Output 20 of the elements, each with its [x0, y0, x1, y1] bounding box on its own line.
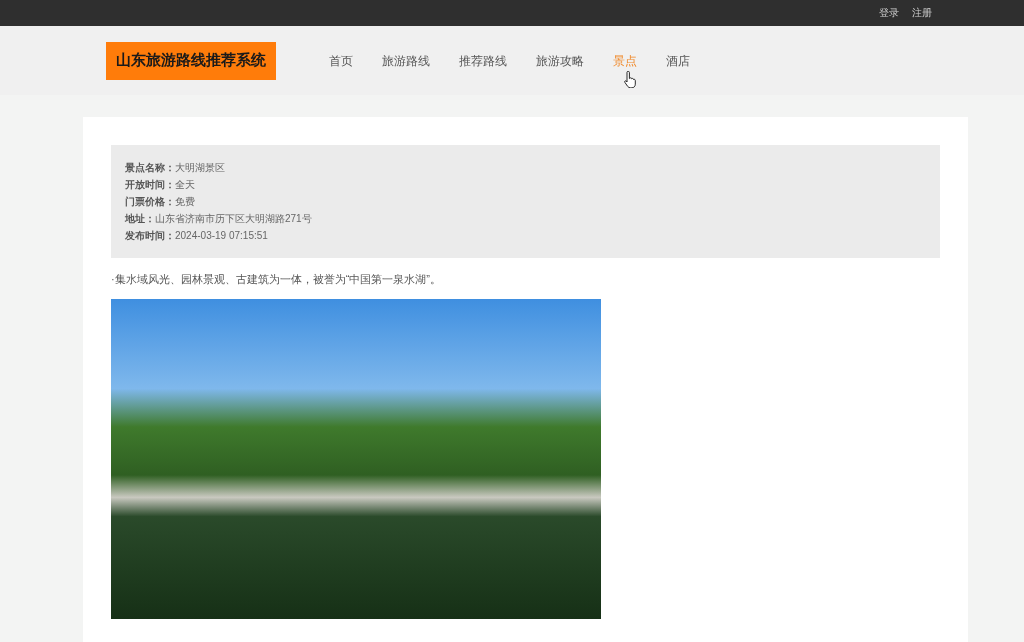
detail-label: 景点名称： [125, 161, 175, 175]
top-bar-link[interactable]: 注册 [912, 7, 932, 19]
pointer-cursor-icon [624, 70, 636, 88]
nav-link[interactable]: 酒店 [666, 52, 690, 69]
detail-label: 门票价格： [125, 195, 175, 209]
description-text: ·集水域风光、园林景观、古建筑为一体，被誉为“中国第一泉水湖”。 [111, 272, 442, 287]
nav-link[interactable]: 旅游攻略 [536, 52, 584, 69]
detail-value: 全天 [175, 178, 195, 192]
detail-value: 2024-03-19 07:15:51 [175, 229, 268, 243]
detail-value: 山东省济南市历下区大明湖路271号 [155, 212, 312, 226]
nav-link[interactable]: 首页 [329, 52, 353, 69]
detail-label: 地址： [125, 212, 155, 226]
detail-value: 免费 [175, 195, 195, 209]
detail-label: 发布时间： [125, 229, 175, 243]
nav-link[interactable]: 旅游路线 [382, 52, 430, 69]
top-bar-link[interactable]: 登录 [879, 7, 899, 19]
site-logo[interactable]: 山东旅游路线推荐系统 [106, 41, 276, 80]
detail-label: 开放时间： [125, 178, 175, 192]
nav-link[interactable]: 推荐路线 [459, 52, 507, 69]
detail-value: 大明湖景区 [175, 161, 225, 175]
